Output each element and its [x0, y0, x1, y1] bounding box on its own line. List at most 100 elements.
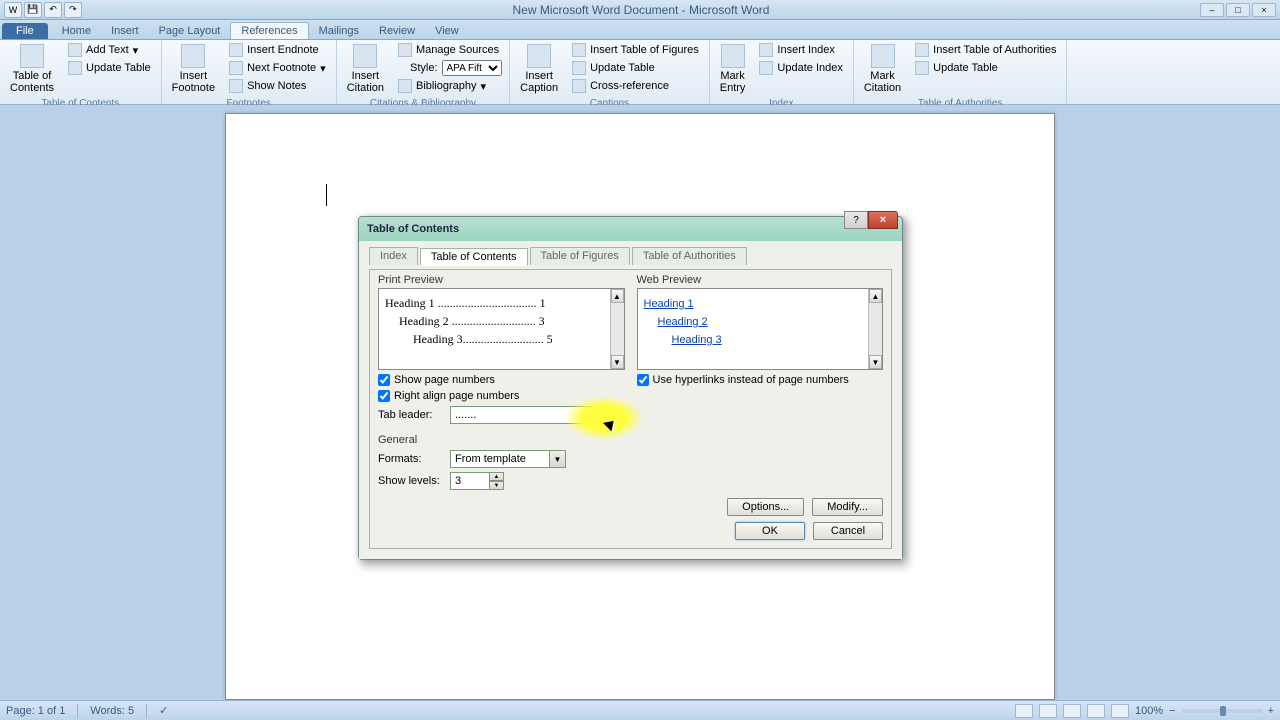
- toc-icon: [20, 44, 44, 68]
- maximize-button[interactable]: □: [1226, 3, 1250, 17]
- show-notes-button[interactable]: Show Notes: [225, 78, 330, 94]
- update-index-button[interactable]: Update Index: [755, 60, 846, 76]
- print-preview-box: Heading 1 ..............................…: [378, 288, 625, 370]
- dialog-titlebar[interactable]: Table of Contents ? ×: [359, 217, 902, 241]
- right-align-checkbox[interactable]: [378, 390, 390, 402]
- dialog-tab-toc[interactable]: Table of Contents: [420, 248, 528, 266]
- insert-table-figures-button[interactable]: Insert Table of Figures: [568, 42, 703, 58]
- zoom-out-button[interactable]: −: [1169, 705, 1175, 717]
- tab-leader-combo[interactable]: ▼: [450, 406, 606, 424]
- preview-heading-2: Heading 2 ............................ 3: [399, 314, 618, 329]
- zoom-slider[interactable]: [1182, 709, 1262, 713]
- dialog-help-button[interactable]: ?: [844, 211, 868, 229]
- ok-button[interactable]: OK: [735, 522, 805, 540]
- dialog-tab-figures[interactable]: Table of Figures: [530, 247, 630, 265]
- dialog-tab-index[interactable]: Index: [369, 247, 418, 265]
- scroll-down-icon[interactable]: ▼: [869, 355, 882, 369]
- use-hyperlinks-checkbox[interactable]: [637, 374, 649, 386]
- next-footnote-button[interactable]: Next Footnote ▾: [225, 60, 330, 76]
- tab-references[interactable]: References: [230, 22, 308, 39]
- insert-index-button[interactable]: Insert Index: [755, 42, 846, 58]
- show-page-numbers-label: Show page numbers: [394, 374, 495, 386]
- show-page-numbers-checkbox[interactable]: [378, 374, 390, 386]
- view-full-screen-button[interactable]: [1039, 704, 1057, 718]
- bibliography-button[interactable]: Bibliography ▾: [394, 78, 503, 94]
- tab-leader-input[interactable]: [450, 406, 590, 424]
- titlebar: W 💾 ↶ ↷ New Microsoft Word Document - Mi…: [0, 0, 1280, 20]
- insert-endnote-button[interactable]: Insert Endnote: [225, 42, 330, 58]
- insert-caption-button[interactable]: Insert Caption: [516, 42, 562, 96]
- tab-page-layout[interactable]: Page Layout: [149, 23, 231, 39]
- group-toc: Table of Contents Add Text ▾ Update Tabl…: [0, 40, 162, 104]
- save-icon[interactable]: 💾: [24, 2, 42, 18]
- proofing-icon[interactable]: ✓: [159, 704, 168, 717]
- view-print-layout-button[interactable]: [1015, 704, 1033, 718]
- tab-view[interactable]: View: [425, 23, 469, 39]
- print-preview-scrollbar[interactable]: ▲ ▼: [610, 289, 624, 369]
- zoom-in-button[interactable]: +: [1268, 705, 1274, 717]
- update-table-button[interactable]: Update Table: [64, 60, 155, 76]
- view-draft-button[interactable]: [1111, 704, 1129, 718]
- dialog-tabs: Index Table of Contents Table of Figures…: [369, 247, 892, 265]
- status-words[interactable]: Words: 5: [90, 705, 134, 717]
- dialog-tab-authorities[interactable]: Table of Authorities: [632, 247, 747, 265]
- tab-mailings[interactable]: Mailings: [309, 23, 369, 39]
- right-align-label: Right align page numbers: [394, 390, 519, 402]
- group-index: Mark Entry Insert Index Update Index Ind…: [710, 40, 854, 104]
- undo-icon[interactable]: ↶: [44, 2, 62, 18]
- update-caption-table-button[interactable]: Update Table: [568, 60, 703, 76]
- mark-citation-button[interactable]: Mark Citation: [860, 42, 905, 96]
- view-web-layout-button[interactable]: [1063, 704, 1081, 718]
- file-tab[interactable]: File: [2, 23, 48, 39]
- insert-authorities-button[interactable]: Insert Table of Authorities: [911, 42, 1060, 58]
- show-levels-input[interactable]: [450, 472, 490, 490]
- insert-citation-button[interactable]: Insert Citation: [343, 42, 388, 96]
- formats-combo[interactable]: ▼: [450, 450, 566, 468]
- web-preview-scrollbar[interactable]: ▲ ▼: [868, 289, 882, 369]
- table-of-contents-button[interactable]: Table of Contents: [6, 42, 58, 96]
- tab-leader-dropdown-button[interactable]: ▼: [590, 406, 606, 424]
- text-cursor: [326, 184, 327, 206]
- show-levels-spinner[interactable]: ▲ ▼: [450, 472, 504, 490]
- minimize-button[interactable]: –: [1200, 3, 1224, 17]
- dialog-close-button[interactable]: ×: [868, 211, 898, 229]
- manage-sources-button[interactable]: Manage Sources: [394, 42, 503, 58]
- scroll-down-icon[interactable]: ▼: [611, 355, 624, 369]
- tab-leader-label: Tab leader:: [378, 409, 444, 421]
- tab-home[interactable]: Home: [52, 23, 101, 39]
- tab-review[interactable]: Review: [369, 23, 425, 39]
- scroll-up-icon[interactable]: ▲: [869, 289, 882, 303]
- ribbon: Table of Contents Add Text ▾ Update Tabl…: [0, 40, 1280, 105]
- formats-input[interactable]: [450, 450, 550, 468]
- view-outline-button[interactable]: [1087, 704, 1105, 718]
- formats-label: Formats:: [378, 453, 444, 465]
- spinner-up-icon[interactable]: ▲: [490, 472, 504, 481]
- zoom-level[interactable]: 100%: [1135, 705, 1163, 717]
- web-preview-box: Heading 1 Heading 2 Heading 3 ▲ ▼: [637, 288, 884, 370]
- scroll-up-icon[interactable]: ▲: [611, 289, 624, 303]
- spinner-down-icon[interactable]: ▼: [490, 481, 504, 490]
- formats-dropdown-button[interactable]: ▼: [550, 450, 566, 468]
- options-button[interactable]: Options...: [727, 498, 804, 516]
- add-text-button[interactable]: Add Text ▾: [64, 42, 155, 58]
- modify-button[interactable]: Modify...: [812, 498, 883, 516]
- citation-style-combo[interactable]: Style:APA Fift: [394, 60, 503, 76]
- mark-citation-icon: [871, 44, 895, 68]
- ribbon-tab-strip: File Home Insert Page Layout References …: [0, 20, 1280, 40]
- redo-icon[interactable]: ↷: [64, 2, 82, 18]
- status-page[interactable]: Page: 1 of 1: [6, 705, 65, 717]
- close-button[interactable]: ×: [1252, 3, 1276, 17]
- mark-entry-button[interactable]: Mark Entry: [716, 42, 750, 96]
- word-icon[interactable]: W: [4, 2, 22, 18]
- tab-insert[interactable]: Insert: [101, 23, 149, 39]
- update-authorities-button[interactable]: Update Table: [911, 60, 1060, 76]
- caption-icon: [527, 44, 551, 68]
- preview-heading-3: Heading 3........................... 5: [413, 332, 618, 347]
- insert-footnote-button[interactable]: Insert Footnote: [168, 42, 219, 96]
- use-hyperlinks-label: Use hyperlinks instead of page numbers: [653, 374, 849, 386]
- cross-reference-button[interactable]: Cross-reference: [568, 78, 703, 94]
- web-preview-label: Web Preview: [637, 274, 884, 286]
- show-levels-label: Show levels:: [378, 475, 444, 487]
- group-footnotes: Insert Footnote Insert Endnote Next Foot…: [162, 40, 337, 104]
- cancel-button[interactable]: Cancel: [813, 522, 883, 540]
